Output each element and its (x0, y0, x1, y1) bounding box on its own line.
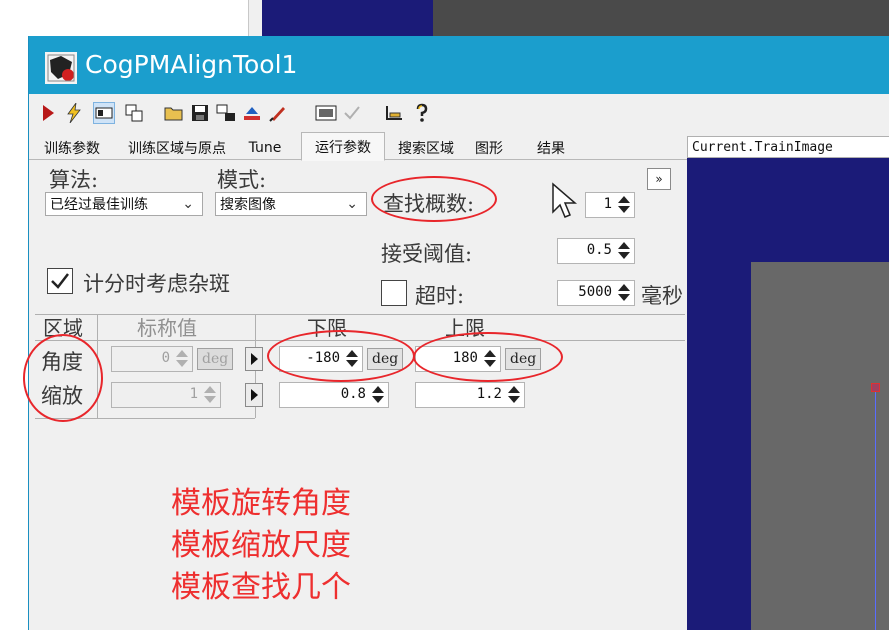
tab-graphics[interactable]: 图形 (467, 136, 511, 160)
mode-label: 模式: (217, 168, 267, 192)
screen: CogPMAlignTool1 训练参数 训练区域与原点 Tune 运行参数 搜… (0, 0, 889, 630)
graph-tool-icon[interactable] (383, 102, 405, 124)
collapse-icon[interactable]: » (647, 168, 671, 190)
angle-high-highlight (413, 332, 563, 382)
angle-nominal-value: 0 (161, 350, 170, 366)
roi-edge (875, 384, 876, 630)
timeout-checkbox[interactable] (381, 280, 407, 306)
timeout-label: 超时: (415, 284, 465, 308)
algorithm-value: 已经过最佳训练 (50, 197, 148, 213)
train-image-display[interactable] (687, 158, 889, 630)
annotation-line-2: 模板缩放尺度 (171, 528, 351, 563)
algorithm-combo[interactable]: 已经过最佳训练 ⌄ (45, 192, 203, 216)
tab-results[interactable]: 结果 (529, 136, 573, 160)
checkmark-icon (51, 273, 69, 289)
chevron-down-icon: ⌄ (182, 196, 194, 212)
spinner-arrows-icon[interactable] (616, 195, 632, 215)
spinner-arrows-icon (202, 385, 218, 405)
mode-value: 搜索图像 (220, 197, 276, 213)
col-nominal-header: 标称值 (137, 316, 197, 340)
lightning-icon[interactable] (63, 102, 85, 124)
mode-combo[interactable]: 搜索图像 ⌄ (215, 192, 367, 216)
timeout-spinner[interactable]: 5000 (557, 280, 635, 306)
annotation-line-3: 模板查找几个 (171, 570, 351, 605)
help-icon[interactable] (411, 102, 433, 124)
import-icon[interactable] (241, 102, 263, 124)
background-image-gray (433, 0, 889, 36)
save-icon[interactable] (189, 102, 211, 124)
tab-tune[interactable]: Tune (243, 136, 287, 160)
consider-clutter-label: 计分时考虑杂斑 (83, 272, 230, 296)
spinner-arrows-icon[interactable] (370, 385, 386, 405)
timeout-value: 5000 (578, 284, 612, 300)
pencil-icon[interactable] (267, 102, 289, 124)
spinner-arrows-icon (174, 349, 190, 369)
find-count-spinner[interactable]: 1 (585, 192, 635, 218)
accept-threshold-label: 接受阈值: (381, 242, 473, 266)
mouse-cursor-icon (552, 182, 578, 218)
angle-low-highlight (267, 330, 415, 382)
table-divider (35, 314, 685, 315)
pmalign-tool-window: CogPMAlignTool1 训练参数 训练区域与原点 Tune 运行参数 搜… (23, 36, 889, 630)
scale-low-spinner[interactable]: 0.8 (279, 382, 389, 408)
export-icon[interactable] (215, 102, 237, 124)
image-panel-header: Current.TrainImage (687, 136, 889, 158)
tab-run-params[interactable]: 运行参数 (301, 132, 385, 161)
display-toggle-icon[interactable] (93, 102, 115, 124)
tab-train-params[interactable]: 训练参数 (33, 136, 111, 160)
scale-nominal-spinner: 1 (111, 382, 221, 408)
toolbar (29, 96, 889, 130)
check-disabled-icon (341, 102, 363, 124)
spinner-arrows-icon[interactable] (616, 241, 632, 261)
accept-threshold-spinner[interactable]: 0.5 (557, 238, 635, 264)
scale-nominal-value: 1 (189, 386, 198, 402)
windows-icon[interactable] (123, 102, 145, 124)
app-icon (45, 52, 77, 84)
accept-threshold-value: 0.5 (586, 242, 612, 258)
tab-strip: 训练参数 训练区域与原点 Tune 运行参数 搜索区域 图形 结果 (29, 132, 689, 161)
find-count-highlight (371, 176, 497, 222)
roi-handle[interactable] (871, 383, 880, 392)
spinner-arrows-icon[interactable] (506, 385, 522, 405)
run-icon[interactable] (37, 102, 59, 124)
image-source-icon[interactable] (315, 102, 337, 124)
title-bar[interactable]: CogPMAlignTool1 (29, 36, 889, 94)
train-image-content (751, 262, 889, 630)
timeout-unit-label: 毫秒 (641, 284, 683, 308)
tab-search-region[interactable]: 搜索区域 (387, 136, 465, 160)
angle-apply-arrow-icon[interactable] (245, 347, 263, 371)
open-folder-icon[interactable] (163, 102, 185, 124)
scale-apply-arrow-icon[interactable] (245, 383, 263, 407)
chevron-down-icon: ⌄ (346, 196, 358, 212)
tab-train-region-origin[interactable]: 训练区域与原点 (115, 136, 239, 160)
find-count-value: 1 (603, 196, 612, 212)
angle-nominal-unit-button: deg (197, 348, 234, 370)
algorithm-label: 算法: (49, 168, 99, 192)
spinner-arrows-icon[interactable] (616, 283, 632, 303)
dof-rows-highlight (23, 334, 103, 422)
annotation-line-1: 模板旋转角度 (171, 486, 351, 521)
scale-low-value: 0.8 (340, 386, 366, 402)
angle-nominal-spinner: 0 (111, 346, 193, 372)
scale-high-value: 1.2 (476, 386, 502, 402)
background-image-area (262, 0, 433, 36)
scale-high-spinner[interactable]: 1.2 (415, 382, 525, 408)
consider-clutter-checkbox[interactable] (47, 268, 73, 294)
window-title: CogPMAlignTool1 (85, 50, 298, 79)
